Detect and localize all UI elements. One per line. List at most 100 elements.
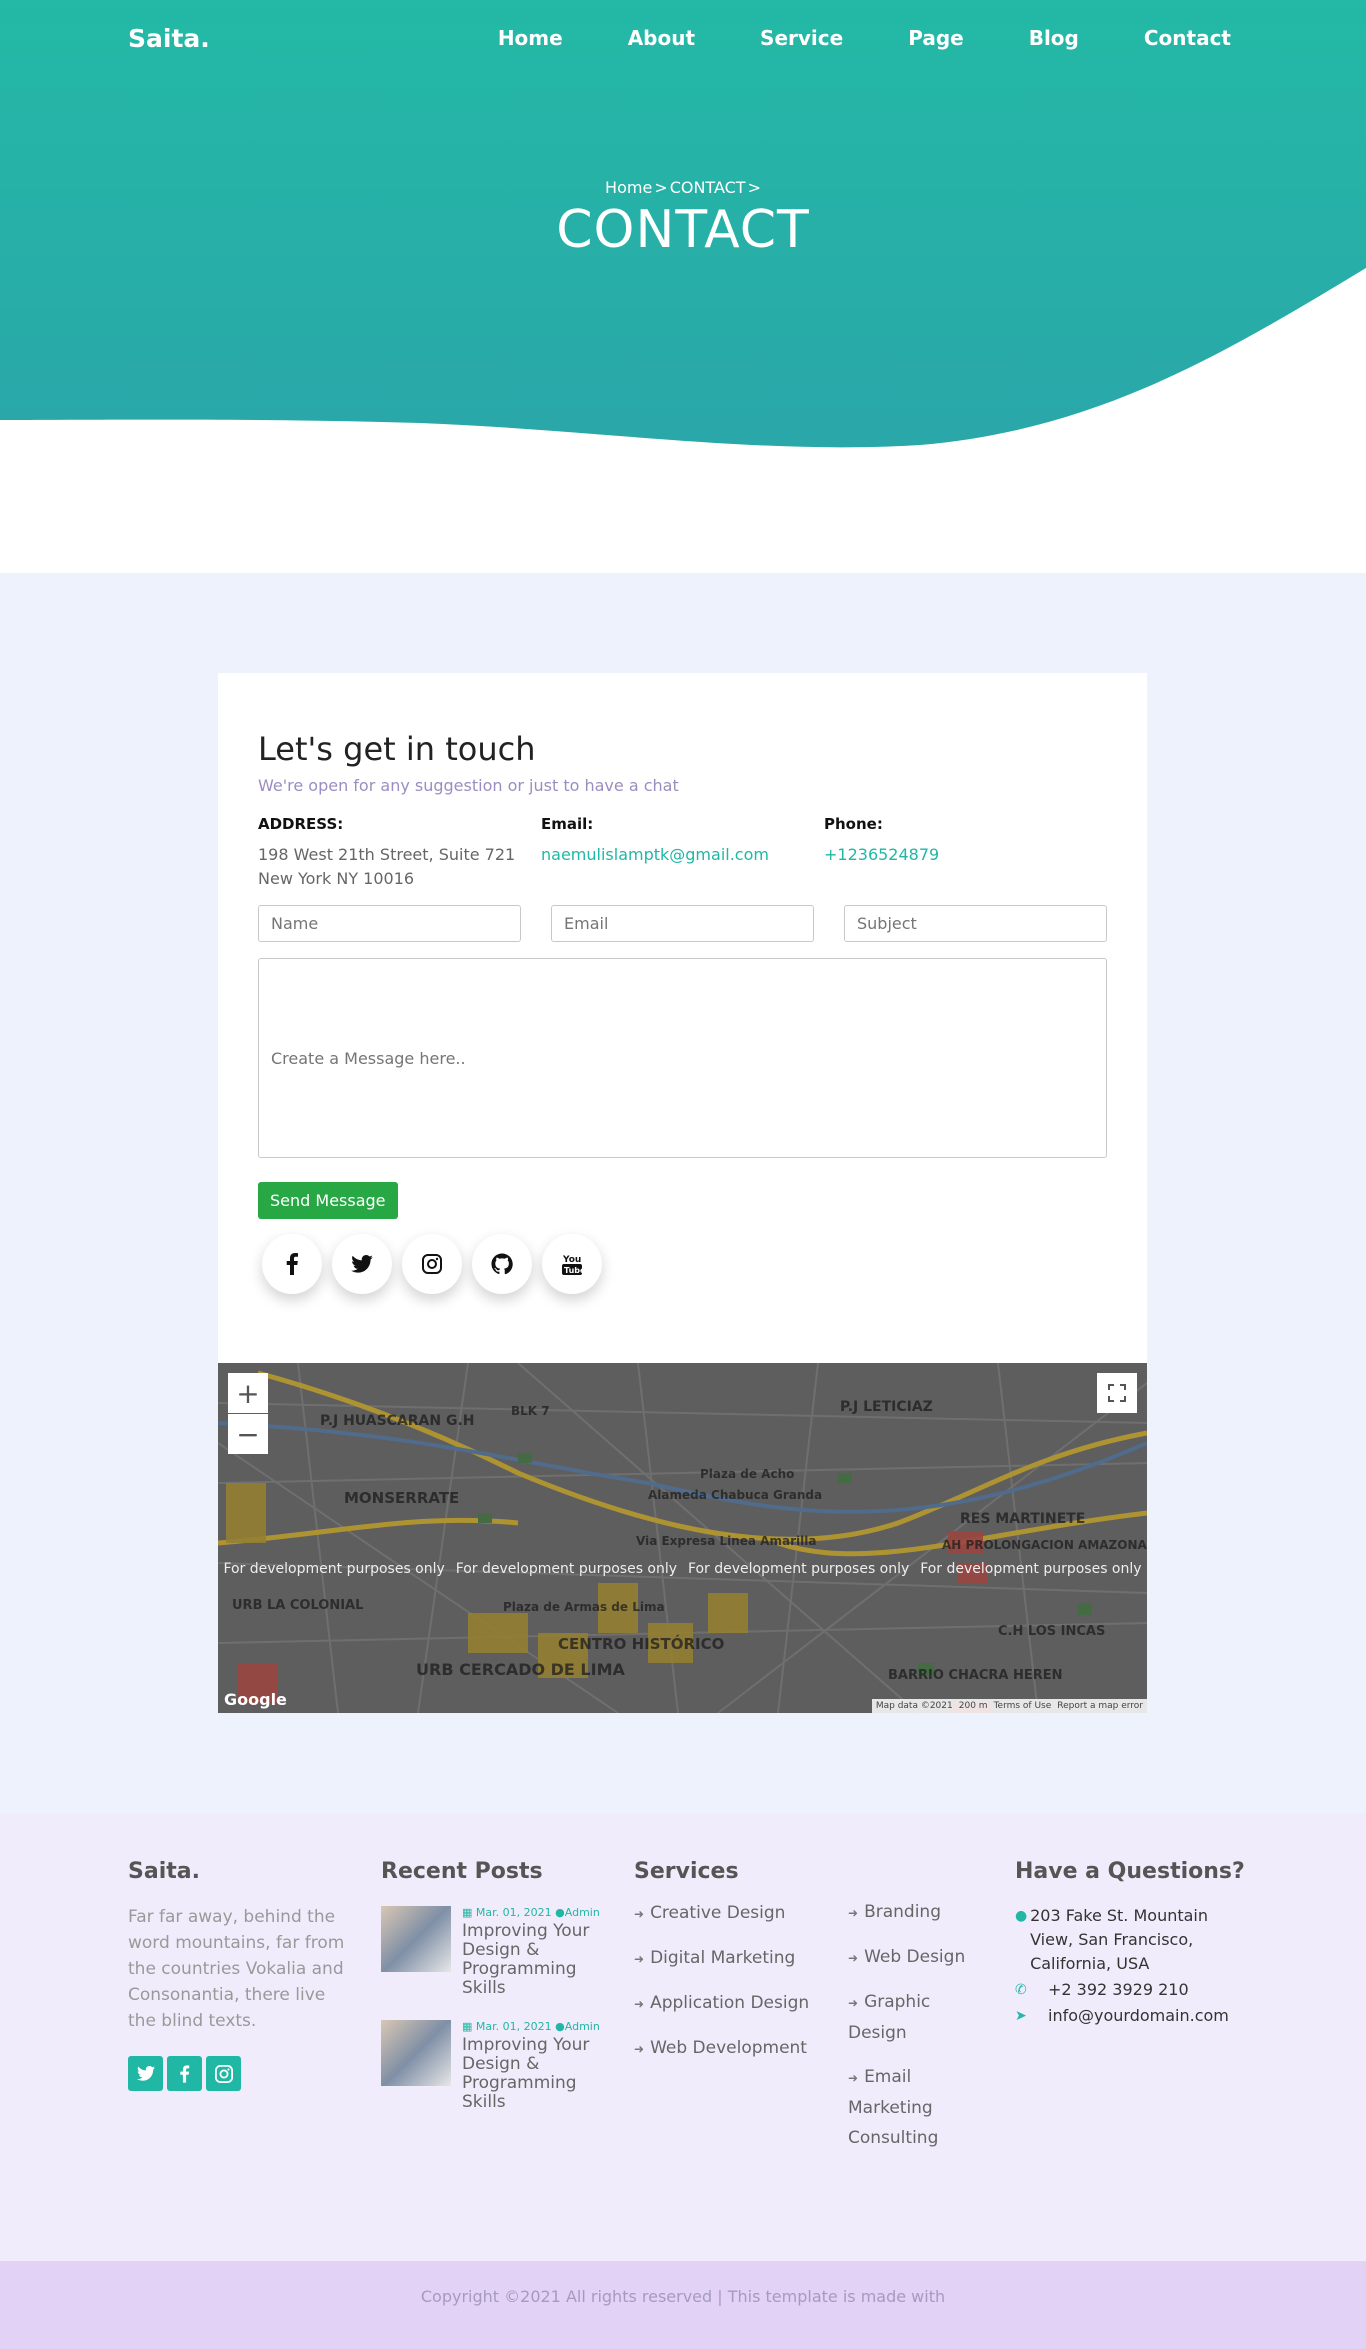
breadcrumb-separator: > xyxy=(654,178,668,197)
post-title[interactable]: Improving Your Design & Programming Skil… xyxy=(462,1922,611,1998)
recent-posts-title: Recent Posts xyxy=(381,1859,543,1884)
service-link[interactable]: ➜ Web Development xyxy=(634,2033,849,2064)
nav-link-page[interactable]: Page xyxy=(908,26,964,50)
services-title: Services xyxy=(634,1859,739,1884)
nav-link-contact[interactable]: Contact xyxy=(1144,26,1231,50)
nav-links: Home About Service Page Blog Contact xyxy=(433,26,1231,50)
contact-info-list: ● 203 Fake St. Mountain View, San Franci… xyxy=(1015,1904,1245,2028)
post-author[interactable]: Admin xyxy=(565,2020,600,2033)
service-link[interactable]: ➜ Creative Design xyxy=(634,1898,849,1929)
svg-text:Tube: Tube xyxy=(564,1266,583,1275)
zoom-out-button[interactable]: − xyxy=(228,1414,268,1454)
address-label: ADDRESS: xyxy=(258,815,344,833)
breadcrumb-current: CONTACT xyxy=(669,178,746,197)
site-logo[interactable]: Saita. xyxy=(128,24,210,53)
footer-about-text: Far far away, behind the word mountains,… xyxy=(128,1907,345,2031)
arrow-right-icon: ➜ xyxy=(848,1996,859,2010)
hero-section: Saita. Home About Service Page Blog Cont… xyxy=(0,0,1366,573)
contact-section: Let's get in touch We're open for any su… xyxy=(0,573,1366,1813)
map-tiles: P.J HUASCARAN G.H BLK 7 P.J LETICIAZ MON… xyxy=(218,1363,1147,1713)
github-icon[interactable] xyxy=(472,1234,532,1294)
breadcrumb-home[interactable]: Home xyxy=(605,178,652,197)
email-input[interactable] xyxy=(551,905,814,942)
facebook-icon[interactable] xyxy=(262,1234,322,1294)
footer-phone[interactable]: ✆ +2 392 3929 210 xyxy=(1015,1978,1245,2002)
post-meta: ▦ Mar. 01, 2021 ●Admin xyxy=(462,1906,611,1919)
facebook-icon[interactable] xyxy=(167,2056,202,2091)
subject-input[interactable] xyxy=(844,905,1107,942)
footer-questions: Have a Questions? ● 203 Fake St. Mountai… xyxy=(1015,1859,1245,2028)
send-message-button[interactable]: Send Message xyxy=(258,1182,398,1219)
map-scale[interactable]: 200 m xyxy=(959,1701,988,1711)
twitter-icon[interactable] xyxy=(128,2056,163,2091)
services-list: ➜ Branding ➜ Web Design ➜ Graphic Design ➜ E… xyxy=(848,1897,983,2153)
user-icon: ● xyxy=(555,2020,565,2033)
twitter-icon[interactable] xyxy=(332,1234,392,1294)
nav-link-blog[interactable]: Blog xyxy=(1029,26,1079,50)
map-attribution: Map data ©2021 200 m Terms of Use Report… xyxy=(871,1699,1147,1713)
post-title[interactable]: Improving Your Design & Programming Skil… xyxy=(462,2036,611,2112)
map-watermark: For development purposes only For develo… xyxy=(218,1561,1147,1577)
footer-address: ● 203 Fake St. Mountain View, San Franci… xyxy=(1015,1904,1245,1976)
map-report-link[interactable]: Report a map error xyxy=(1057,1701,1143,1711)
arrow-right-icon: ➜ xyxy=(634,1952,645,1966)
footer-logo: Saita. xyxy=(128,1859,200,1884)
nav-link-about[interactable]: About xyxy=(628,26,695,50)
name-input[interactable] xyxy=(258,905,521,942)
address-line: 198 West 21th Street, Suite 721 xyxy=(258,845,516,864)
map-terms-link[interactable]: Terms of Use xyxy=(994,1701,1052,1711)
post-author[interactable]: Admin xyxy=(565,1906,600,1919)
address-block: ADDRESS: 198 West 21th Street, Suite 721… xyxy=(258,815,541,891)
copyright-text: Copyright ©2021 All rights reserved | Th… xyxy=(420,2287,946,2306)
footer-services: Services ➜ Creative Design ➜ Digital Marke… xyxy=(634,1859,849,2064)
arrow-right-icon: ➜ xyxy=(848,2071,859,2085)
service-link[interactable]: ➜ Application Design xyxy=(634,1988,849,2019)
footer-recent-posts: Recent Posts ▦ Mar. 01, 2021 ●Admin Impr… xyxy=(381,1859,611,2112)
nav-link-home[interactable]: Home xyxy=(498,26,563,50)
contact-card: Let's get in touch We're open for any su… xyxy=(218,673,1147,1363)
google-map[interactable]: P.J HUASCARAN G.H BLK 7 P.J LETICIAZ MON… xyxy=(218,1363,1147,1713)
google-logo[interactable]: Google xyxy=(224,1690,287,1709)
email-link[interactable]: naemulislamptk@gmail.com xyxy=(541,843,824,867)
arrow-right-icon: ➜ xyxy=(634,2042,645,2056)
contact-heading: Let's get in touch xyxy=(258,730,536,768)
instagram-icon[interactable] xyxy=(402,1234,462,1294)
questions-title: Have a Questions? xyxy=(1015,1859,1245,1884)
instagram-icon[interactable] xyxy=(206,2056,241,2091)
map-watermark-text: For development purposes only xyxy=(455,1561,678,1577)
post-body: ▦ Mar. 01, 2021 ●Admin Improving Your De… xyxy=(462,2020,611,2112)
service-link[interactable]: ➜ Digital Marketing xyxy=(634,1943,849,1974)
service-link[interactable]: ➜ Graphic Design xyxy=(848,1987,983,2048)
post-thumbnail[interactable] xyxy=(381,1906,451,1972)
post-thumbnail[interactable] xyxy=(381,2020,451,2086)
user-icon: ● xyxy=(555,1906,565,1919)
post-body: ▦ Mar. 01, 2021 ●Admin Improving Your De… xyxy=(462,1906,611,1998)
address-line: New York NY 10016 xyxy=(258,869,415,888)
recent-post[interactable]: ▦ Mar. 01, 2021 ●Admin Improving Your De… xyxy=(381,1906,611,1998)
map-data-text: Map data ©2021 xyxy=(875,1701,953,1711)
email-block: Email: naemulislamptk@gmail.com xyxy=(541,815,824,891)
footer-services-col2: ➜ Branding ➜ Web Design ➜ Graphic Design ➜ E… xyxy=(848,1883,983,2153)
phone-block: Phone: +1236524879 xyxy=(824,815,1107,891)
contact-subtitle: We're open for any suggestion or just to… xyxy=(258,776,679,795)
calendar-icon: ▦ xyxy=(462,2020,473,2033)
phone-icon: ✆ xyxy=(1015,1982,1027,1998)
service-link[interactable]: ➜ Branding xyxy=(848,1897,983,1928)
zoom-in-button[interactable]: + xyxy=(228,1373,268,1413)
arrow-right-icon: ➜ xyxy=(634,1907,645,1921)
footer: Saita. Far far away, behind the word mou… xyxy=(0,1813,1366,2261)
message-textarea[interactable] xyxy=(258,958,1107,1158)
nav-link-service[interactable]: Service xyxy=(760,26,843,50)
fullscreen-icon[interactable] xyxy=(1097,1373,1137,1413)
phone-link[interactable]: +1236524879 xyxy=(824,843,1107,867)
youtube-icon[interactable]: You Tube xyxy=(542,1234,602,1294)
service-link[interactable]: ➜ Web Design xyxy=(848,1942,983,1973)
recent-post[interactable]: ▦ Mar. 01, 2021 ●Admin Improving Your De… xyxy=(381,2020,611,2112)
footer-email[interactable]: ➤ info@yourdomain.com xyxy=(1015,2004,1245,2028)
arrow-right-icon: ➜ xyxy=(634,1997,645,2011)
copyright-bar: Copyright ©2021 All rights reserved | Th… xyxy=(0,2261,1366,2349)
arrow-right-icon: ➜ xyxy=(848,1951,859,1965)
svg-text:You: You xyxy=(562,1255,581,1265)
services-list: ➜ Creative Design ➜ Digital Marketing ➜ App… xyxy=(634,1898,849,2064)
service-link[interactable]: ➜ Email Marketing Consulting xyxy=(848,2062,983,2153)
